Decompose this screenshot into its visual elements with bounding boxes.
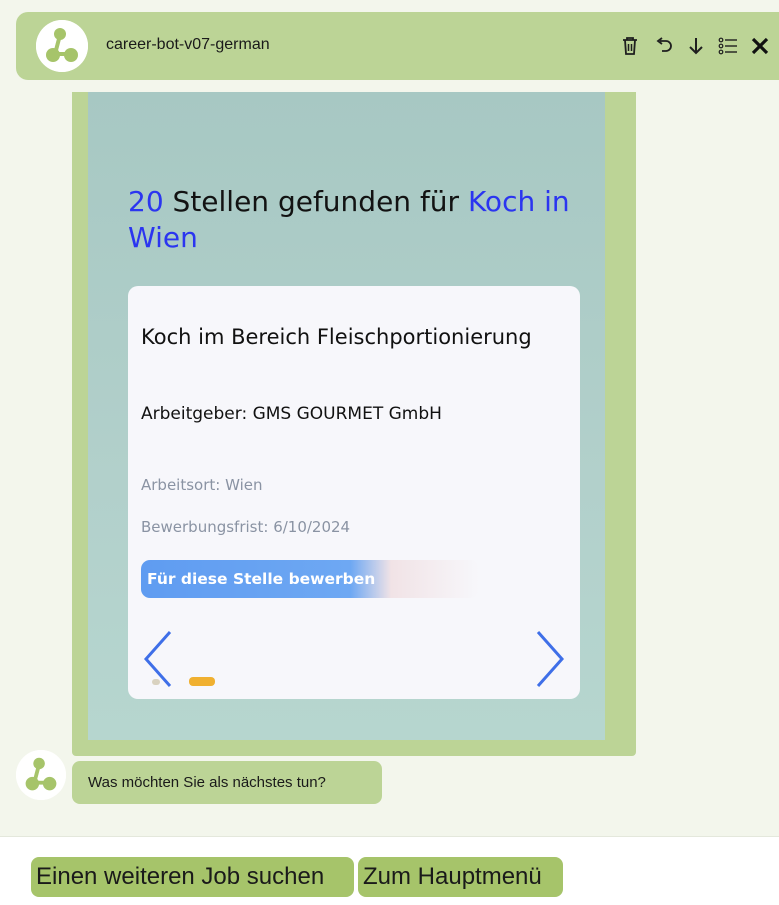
results-count: 20 — [128, 185, 164, 218]
quick-reply-main-menu[interactable]: Zum Hauptmenü — [358, 857, 563, 897]
quick-replies: Einen weiteren Job suchen Zum Hauptmenü — [0, 836, 779, 905]
job-location: Arbeitsort: Wien — [141, 476, 263, 494]
trash-icon[interactable] — [618, 34, 642, 58]
job-employer: Arbeitgeber: GMS GOURMET GmbH — [141, 404, 442, 424]
results-text: Stellen gefunden für — [163, 185, 468, 218]
list-icon[interactable] — [716, 34, 740, 58]
carousel-dot-active[interactable] — [189, 677, 215, 686]
results-heading: 20 Stellen gefunden für Koch in Wien — [128, 184, 598, 256]
bot-avatar-icon — [16, 750, 66, 800]
apply-button[interactable]: Für diese Stelle bewerben — [141, 560, 479, 598]
chat-header: career-bot-v07-german — [16, 12, 779, 80]
job-results-panel: 20 Stellen gefunden für Koch in Wien Koc… — [88, 92, 605, 740]
chevron-right-icon[interactable] — [532, 630, 566, 688]
quick-reply-search-again[interactable]: Einen weiteren Job suchen — [31, 857, 354, 897]
job-deadline: Bewerbungsfrist: 6/10/2024 — [141, 518, 351, 536]
job-results-message: 20 Stellen gefunden für Koch in Wien Koc… — [72, 92, 636, 756]
carousel-dot[interactable] — [152, 679, 160, 685]
undo-icon[interactable] — [652, 34, 676, 58]
bot-name: career-bot-v07-german — [106, 36, 270, 53]
close-icon[interactable] — [748, 34, 772, 58]
job-card: Koch im Bereich Fleischportionierung Arb… — [128, 286, 580, 699]
job-title: Koch im Bereich Fleischportionierung — [141, 325, 532, 349]
arrow-down-icon[interactable] — [684, 34, 708, 58]
bot-message-bubble: Was möchten Sie als nächstes tun? — [72, 761, 382, 804]
bot-logo-icon — [36, 20, 88, 72]
